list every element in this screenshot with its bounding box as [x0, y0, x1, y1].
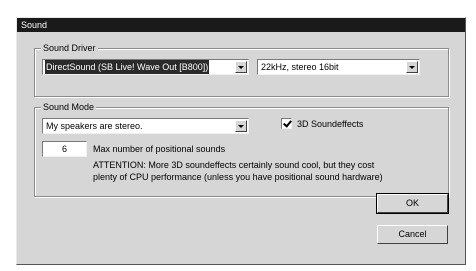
chevron-down-icon[interactable]	[235, 120, 247, 132]
attention-text-line1: ATTENTION: More 3D soundeffects certainl…	[93, 160, 375, 170]
cancel-button[interactable]: Cancel	[377, 225, 448, 244]
sound-device-value: DirectSound (SB Live! Wave Out [B800])	[45, 60, 210, 74]
dialog-title: Sound	[17, 18, 465, 32]
3d-soundeffects-checkbox[interactable]	[281, 118, 292, 129]
sound-device-dropdown[interactable]: DirectSound (SB Live! Wave Out [B800])	[42, 59, 249, 75]
ok-button[interactable]: OK	[376, 193, 449, 214]
sound-driver-legend: Sound Driver	[41, 42, 98, 54]
speaker-mode-dropdown[interactable]: My speakers are stereo.	[42, 118, 249, 134]
sound-format-dropdown[interactable]: 22kHz, stereo 16bit	[257, 59, 420, 75]
sound-format-value: 22kHz, stereo 16bit	[261, 62, 339, 72]
sound-driver-group: Sound Driver DirectSound (SB Live! Wave …	[34, 42, 449, 97]
positional-sounds-label: Max number of positional sounds	[93, 144, 226, 154]
attention-text-line2: plenty of CPU performance (unless you ha…	[93, 172, 383, 182]
3d-soundeffects-label: 3D Soundeffects	[297, 119, 364, 129]
chevron-down-icon[interactable]	[235, 61, 247, 73]
positional-sounds-input[interactable]: 6	[42, 141, 87, 157]
sound-dialog: Sound Sound Driver DirectSound (SB Live!…	[16, 17, 466, 265]
speaker-mode-value: My speakers are stereo.	[46, 121, 143, 131]
sound-mode-legend: Sound Mode	[41, 101, 97, 113]
sound-mode-group: Sound Mode My speakers are stereo. 3D So…	[34, 101, 449, 197]
chevron-down-icon[interactable]	[406, 61, 418, 73]
